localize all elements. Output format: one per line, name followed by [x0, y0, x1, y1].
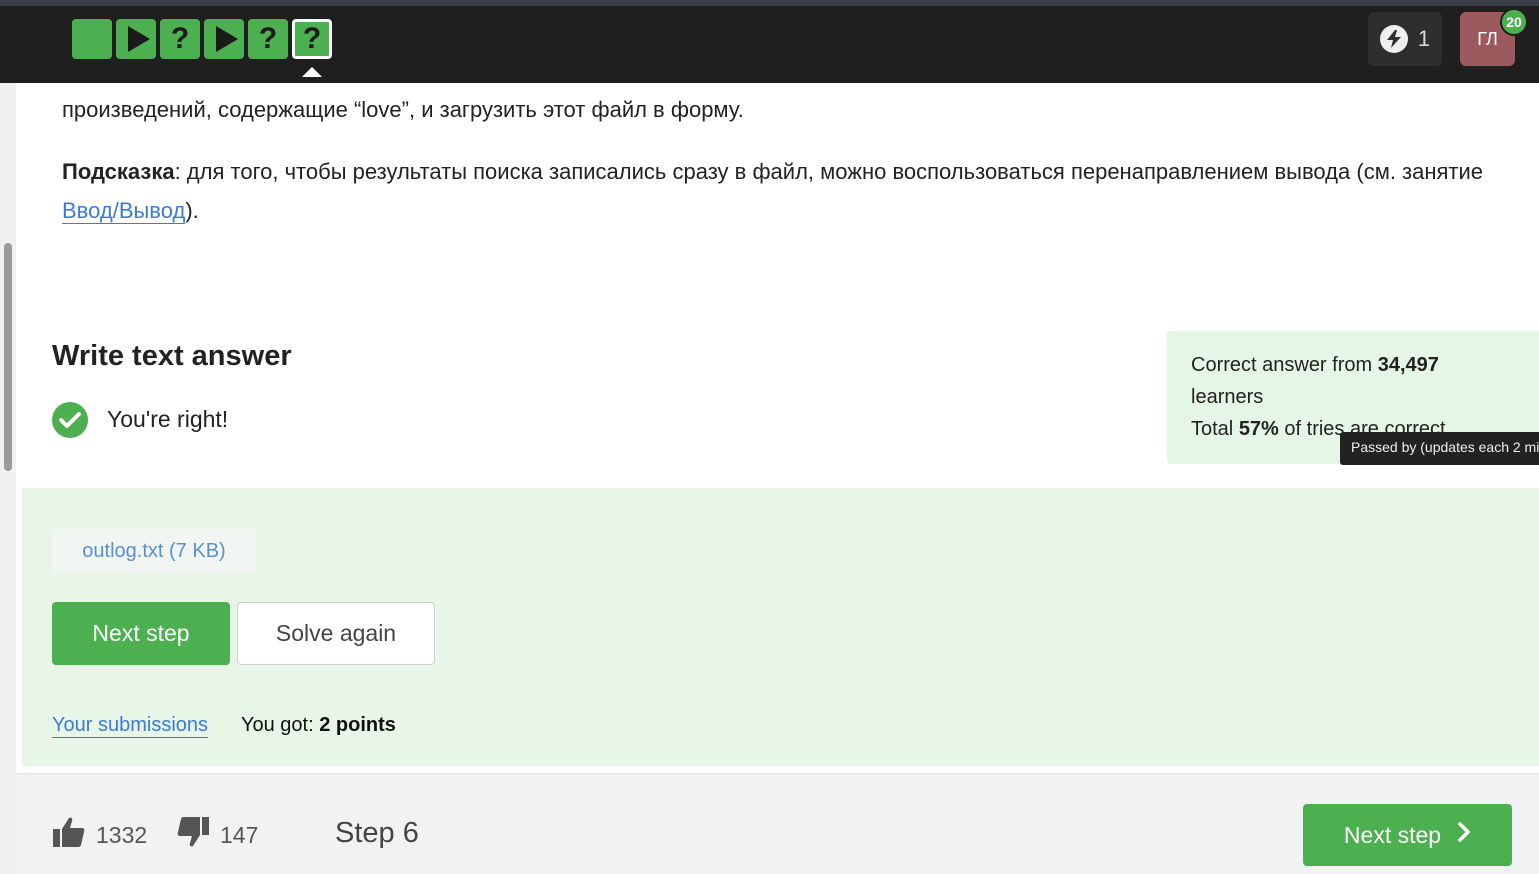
step-6-button[interactable]: ?: [292, 19, 332, 59]
hint-link[interactable]: Ввод/Вывод: [62, 198, 186, 224]
points-value: 2 points: [319, 714, 396, 736]
thumbs-down-icon: [176, 816, 210, 854]
question-icon: ?: [170, 22, 190, 55]
lightning-icon: [1379, 25, 1408, 53]
footer-next-step-button[interactable]: Next step: [1303, 804, 1512, 866]
chevron-right-icon: [1457, 821, 1471, 849]
step-3-button[interactable]: ?: [160, 19, 200, 59]
stats-total-prefix: Total: [1191, 418, 1239, 440]
hint-paragraph: Подсказка: для того, чтобы результаты по…: [62, 152, 1512, 230]
hint-end: ).: [185, 198, 199, 223]
step-4-button[interactable]: [204, 19, 244, 59]
stats-tooltip: Passed by (updates each 2 min): [1340, 432, 1539, 465]
your-submissions-link[interactable]: Your submissions: [52, 714, 209, 738]
solve-again-button[interactable]: Solve again: [237, 602, 435, 665]
energy-count: 1: [1417, 26, 1431, 51]
stats-learners: Correct answer from 34,497 learners: [1191, 349, 1515, 413]
stats-learners-suffix: learners: [1191, 386, 1264, 408]
stats-learners-prefix: Correct answer from: [1191, 354, 1378, 376]
step-5-button[interactable]: ?: [248, 19, 288, 59]
hint-text: : для того, чтобы результаты поиска запи…: [174, 159, 1484, 184]
scrollbar-thumb[interactable]: [4, 243, 12, 471]
play-icon: [216, 26, 238, 52]
stats-percent: 57%: [1238, 418, 1279, 440]
answer-status: You're right!: [107, 406, 229, 432]
thumbs-up-icon: [52, 816, 86, 854]
next-step-button[interactable]: Next step: [52, 602, 230, 665]
play-icon: [128, 26, 150, 52]
attached-file-link[interactable]: outlog.txt (7 KB): [52, 529, 256, 573]
scrollbar-track[interactable]: [0, 83, 16, 874]
stats-learners-count: 34,497: [1377, 354, 1439, 376]
step-navigation: ? ? ?: [72, 19, 332, 59]
answer-heading: Write text answer: [52, 340, 292, 372]
likes-count: 1332: [96, 821, 148, 848]
question-icon: ?: [302, 22, 322, 55]
step-2-button[interactable]: [116, 19, 156, 59]
task-text: произведений, содержащие “love”, и загру…: [62, 97, 744, 122]
hint-label: Подсказка: [62, 159, 175, 184]
step-number: Step 6: [335, 817, 419, 849]
check-icon: [52, 402, 88, 438]
points-label: You got:: [241, 714, 320, 736]
avatar-initials: ГЛ: [1477, 28, 1498, 49]
energy-button[interactable]: 1: [1368, 12, 1442, 66]
footer-next-label: Next step: [1343, 821, 1442, 848]
dislikes-count: 147: [220, 821, 259, 848]
like-button[interactable]: 1332: [52, 816, 147, 854]
step-1-button[interactable]: [72, 19, 112, 59]
active-step-pointer: [302, 67, 322, 77]
points-text: You got: 2 points: [241, 714, 396, 737]
question-icon: ?: [258, 22, 278, 55]
dislike-button[interactable]: 147: [176, 816, 258, 854]
notification-badge: 20: [1500, 8, 1528, 36]
